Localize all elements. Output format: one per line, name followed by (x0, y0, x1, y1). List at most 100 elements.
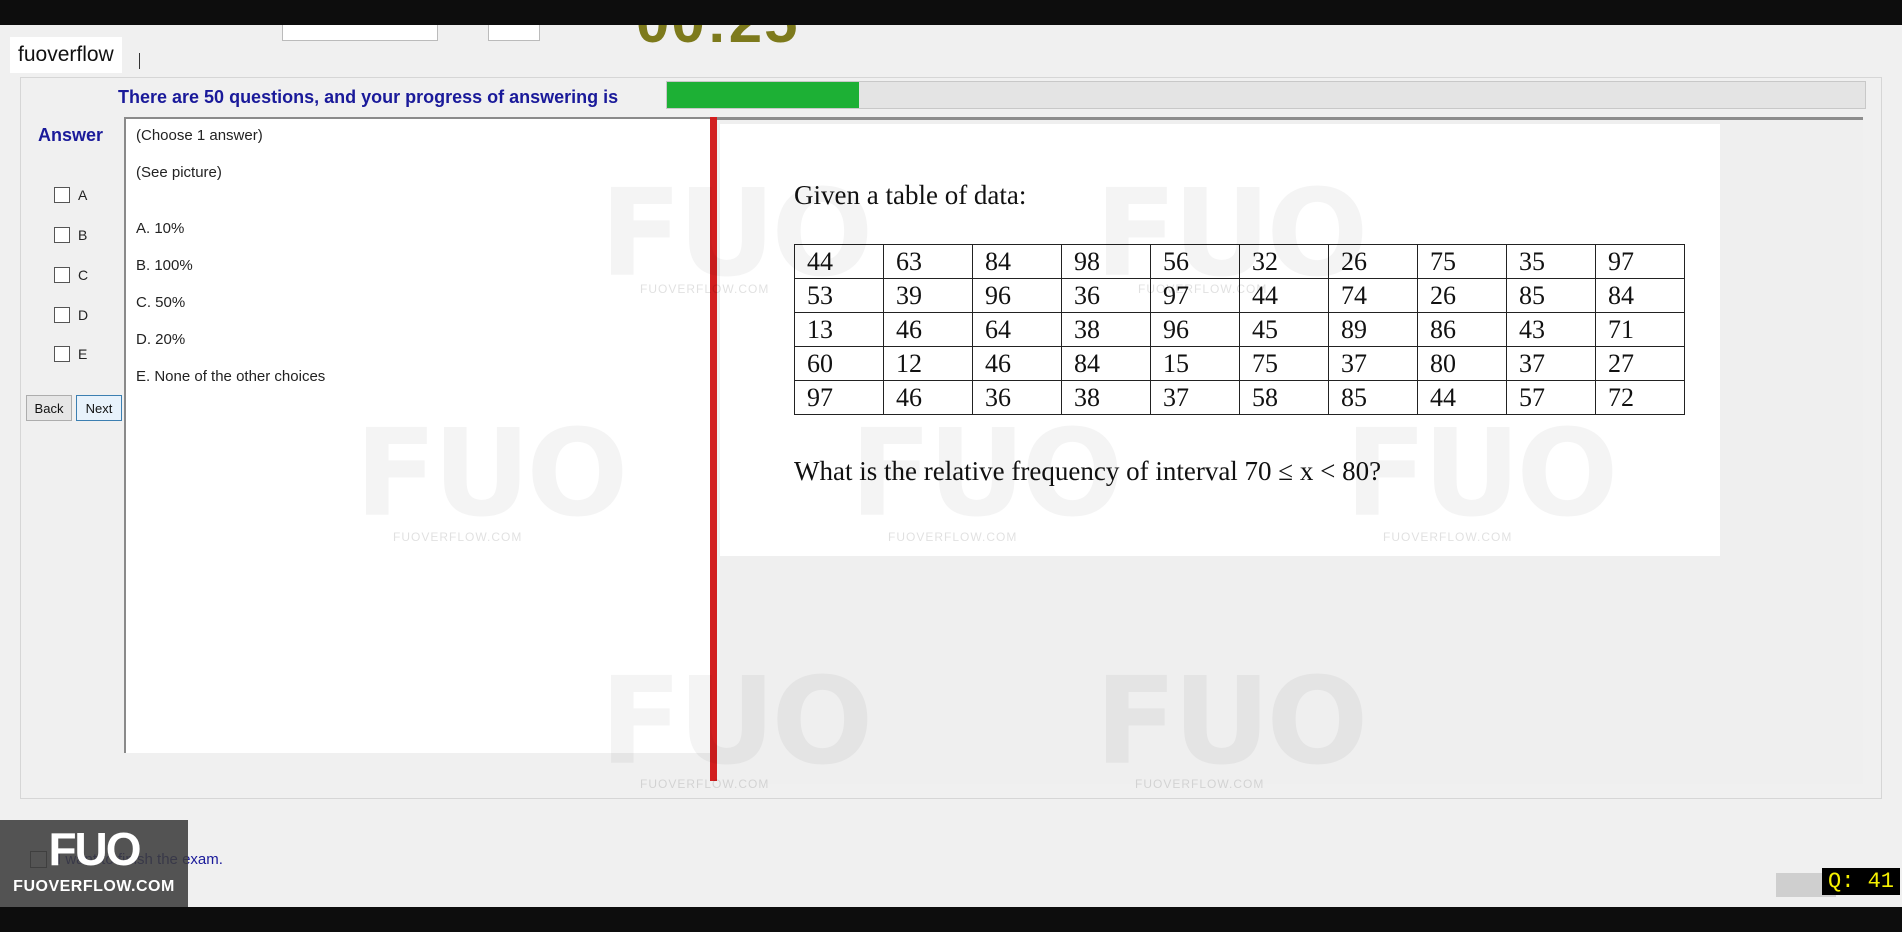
question-instruction: (Choose 1 answer) (136, 127, 263, 144)
panel-splitter[interactable] (710, 117, 717, 781)
text-cursor (139, 53, 140, 69)
table-row: 60 12 46 84 15 75 37 80 37 27 (794, 346, 1685, 381)
table-row: 13 46 64 38 96 45 89 86 43 71 (794, 312, 1685, 347)
table-cell: 75 (1417, 244, 1507, 279)
table-cell: 58 (1239, 380, 1329, 415)
image-question-text: What is the relative frequency of interv… (794, 456, 1382, 486)
table-cell: 37 (1150, 380, 1240, 415)
table-cell: 32 (1239, 244, 1329, 279)
table-cell: 97 (794, 380, 884, 415)
image-title: Given a table of data: (794, 180, 1027, 210)
answer-option-label: B (78, 227, 88, 243)
table-cell: 60 (794, 346, 884, 381)
table-cell: 46 (972, 346, 1062, 381)
table-cell: 44 (1239, 278, 1329, 313)
choice-item: A. 10% (136, 220, 185, 237)
back-button[interactable]: Back (26, 395, 72, 421)
answer-option-e[interactable]: E (54, 346, 87, 362)
table-cell: 63 (883, 244, 973, 279)
table-cell: 84 (1595, 278, 1685, 313)
answer-checkbox[interactable] (54, 346, 70, 362)
table-cell: 46 (883, 312, 973, 347)
table-row: 53 39 96 36 97 44 74 26 85 84 (794, 278, 1685, 313)
table-cell: 45 (1239, 312, 1329, 347)
table-cell: 44 (1417, 380, 1507, 415)
question-image-area: Given a table of data: 44 63 84 98 56 32 26 75 3… (717, 117, 1863, 784)
table-cell: 97 (1595, 244, 1685, 279)
table-cell: 64 (972, 312, 1062, 347)
progress-bar (666, 81, 1866, 109)
answer-option-label: E (78, 346, 88, 362)
table-cell: 84 (1061, 346, 1151, 381)
table-cell: 37 (1506, 346, 1596, 381)
see-picture-text: (See picture) (136, 164, 222, 181)
table-cell: 97 (1150, 278, 1240, 313)
table-cell: 89 (1328, 312, 1418, 347)
table-cell: 80 (1417, 346, 1507, 381)
logo-mark: FUO (48, 823, 141, 875)
question-image: Given a table of data: 44 63 84 98 56 32 26 75 3… (720, 124, 1720, 556)
timer: 00:25 (636, 25, 799, 56)
table-cell: 26 (1417, 278, 1507, 313)
table-cell: 26 (1328, 244, 1418, 279)
table-cell: 38 (1061, 312, 1151, 347)
table-cell: 86 (1417, 312, 1507, 347)
choice-item: B. 100% (136, 257, 193, 274)
table-cell: 37 (1328, 346, 1418, 381)
progress-label: There are 50 questions, and your progres… (118, 87, 619, 107)
table-cell: 43 (1506, 312, 1596, 347)
choice-item: C. 50% (136, 294, 186, 311)
answer-option-b[interactable]: B (54, 227, 87, 243)
answer-option-c[interactable]: C (54, 267, 88, 283)
answer-option-label: A (78, 187, 88, 203)
table-cell: 96 (1150, 312, 1240, 347)
top-combo-box[interactable] (282, 25, 438, 41)
table-cell: 57 (1506, 380, 1596, 415)
table-cell: 44 (794, 244, 884, 279)
table-cell: 38 (1061, 380, 1151, 415)
table-cell: 71 (1595, 312, 1685, 347)
table-cell: 35 (1506, 244, 1596, 279)
table-cell: 74 (1328, 278, 1418, 313)
table-cell: 85 (1506, 278, 1596, 313)
answer-label: Answer (38, 125, 104, 145)
table-row: 97 46 36 38 37 58 85 44 57 72 (794, 380, 1685, 415)
exam-window: 00:25 fuoverflow There are 50 questions,… (0, 25, 1902, 907)
table-cell: 36 (1061, 278, 1151, 313)
answer-checkbox[interactable] (54, 227, 70, 243)
table-cell: 84 (972, 244, 1062, 279)
choice-item: E. None of the other choices (136, 368, 326, 385)
answer-option-d[interactable]: D (54, 307, 88, 323)
fuoverflow-logo: FUO FUOVERFLOW.COM (0, 820, 188, 907)
brand-tag: fuoverflow (10, 37, 122, 73)
data-table: 44 63 84 98 56 32 26 75 35 97 53 39 96 36 97 44 74 26 85 84… (794, 244, 1685, 415)
table-row: 44 63 84 98 56 32 26 75 35 97 (794, 244, 1685, 279)
logo-text: FUOVERFLOW.COM (13, 878, 175, 895)
answer-option-label: C (78, 267, 89, 283)
table-cell: 46 (883, 380, 973, 415)
progress-fill (667, 82, 859, 108)
choice-item: D. 20% (136, 331, 186, 348)
table-cell: 96 (972, 278, 1062, 313)
table-cell: 13 (794, 312, 884, 347)
next-button[interactable]: Next (76, 395, 122, 421)
table-cell: 72 (1595, 380, 1685, 415)
answer-option-a[interactable]: A (54, 187, 87, 203)
table-cell: 53 (794, 278, 884, 313)
table-cell: 36 (972, 380, 1062, 415)
table-cell: 27 (1595, 346, 1685, 381)
question-counter: Q: 41 (1822, 868, 1901, 895)
top-small-combo-box[interactable] (488, 25, 540, 41)
answer-option-label: D (78, 307, 89, 323)
table-cell: 75 (1239, 346, 1329, 381)
answer-checkbox[interactable] (54, 307, 70, 323)
answer-checkbox[interactable] (54, 187, 70, 203)
table-cell: 15 (1150, 346, 1240, 381)
question-panel: (Choose 1 answer) (See picture) A. 10% B.… (124, 117, 714, 753)
table-cell: 85 (1328, 380, 1418, 415)
table-cell: 56 (1150, 244, 1240, 279)
table-cell: 12 (883, 346, 973, 381)
answer-checkbox[interactable] (54, 267, 70, 283)
table-cell: 39 (883, 278, 973, 313)
table-cell: 98 (1061, 244, 1151, 279)
